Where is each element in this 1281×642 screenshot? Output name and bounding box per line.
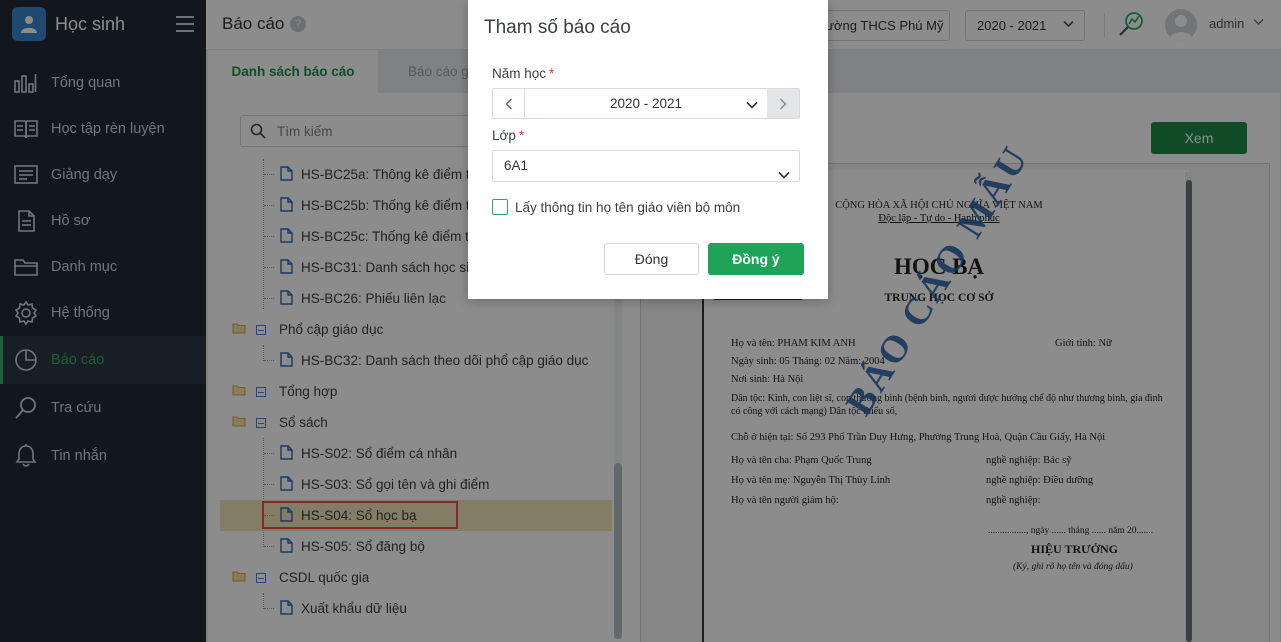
dialog-title: Tham số báo cáo xyxy=(484,17,631,38)
close-button[interactable]: Đóng xyxy=(604,243,699,275)
confirm-button[interactable]: Đồng ý xyxy=(708,243,804,275)
required-mark: * xyxy=(518,128,525,143)
year-value: 2020 - 2021 xyxy=(609,96,683,111)
chevron-right-icon xyxy=(779,97,787,110)
year-select[interactable]: 2020 - 2021 xyxy=(525,89,767,118)
teacher-info-checkbox[interactable] xyxy=(492,199,508,215)
school-year-picker: 2020 - 2021 xyxy=(492,88,800,119)
next-year-button[interactable] xyxy=(767,89,799,118)
teacher-info-checkbox-row[interactable]: Lấy thông tin họ tên giáo viên bộ môn xyxy=(492,199,740,215)
class-label: Lớp * xyxy=(492,128,525,143)
year-label: Năm học * xyxy=(492,66,555,81)
chevron-left-icon xyxy=(504,97,512,110)
prev-year-button[interactable] xyxy=(493,89,525,118)
class-select[interactable]: 6A1 xyxy=(492,150,800,182)
chevron-down-icon xyxy=(778,160,790,190)
report-params-dialog: Tham số báo cáo Năm học * 2020 - 2021 Lớp… xyxy=(468,0,828,299)
chevron-down-icon xyxy=(746,97,758,112)
required-mark: * xyxy=(549,66,555,81)
class-value: 6A1 xyxy=(504,158,529,173)
teacher-info-label: Lấy thông tin họ tên giáo viên bộ môn xyxy=(515,199,741,215)
